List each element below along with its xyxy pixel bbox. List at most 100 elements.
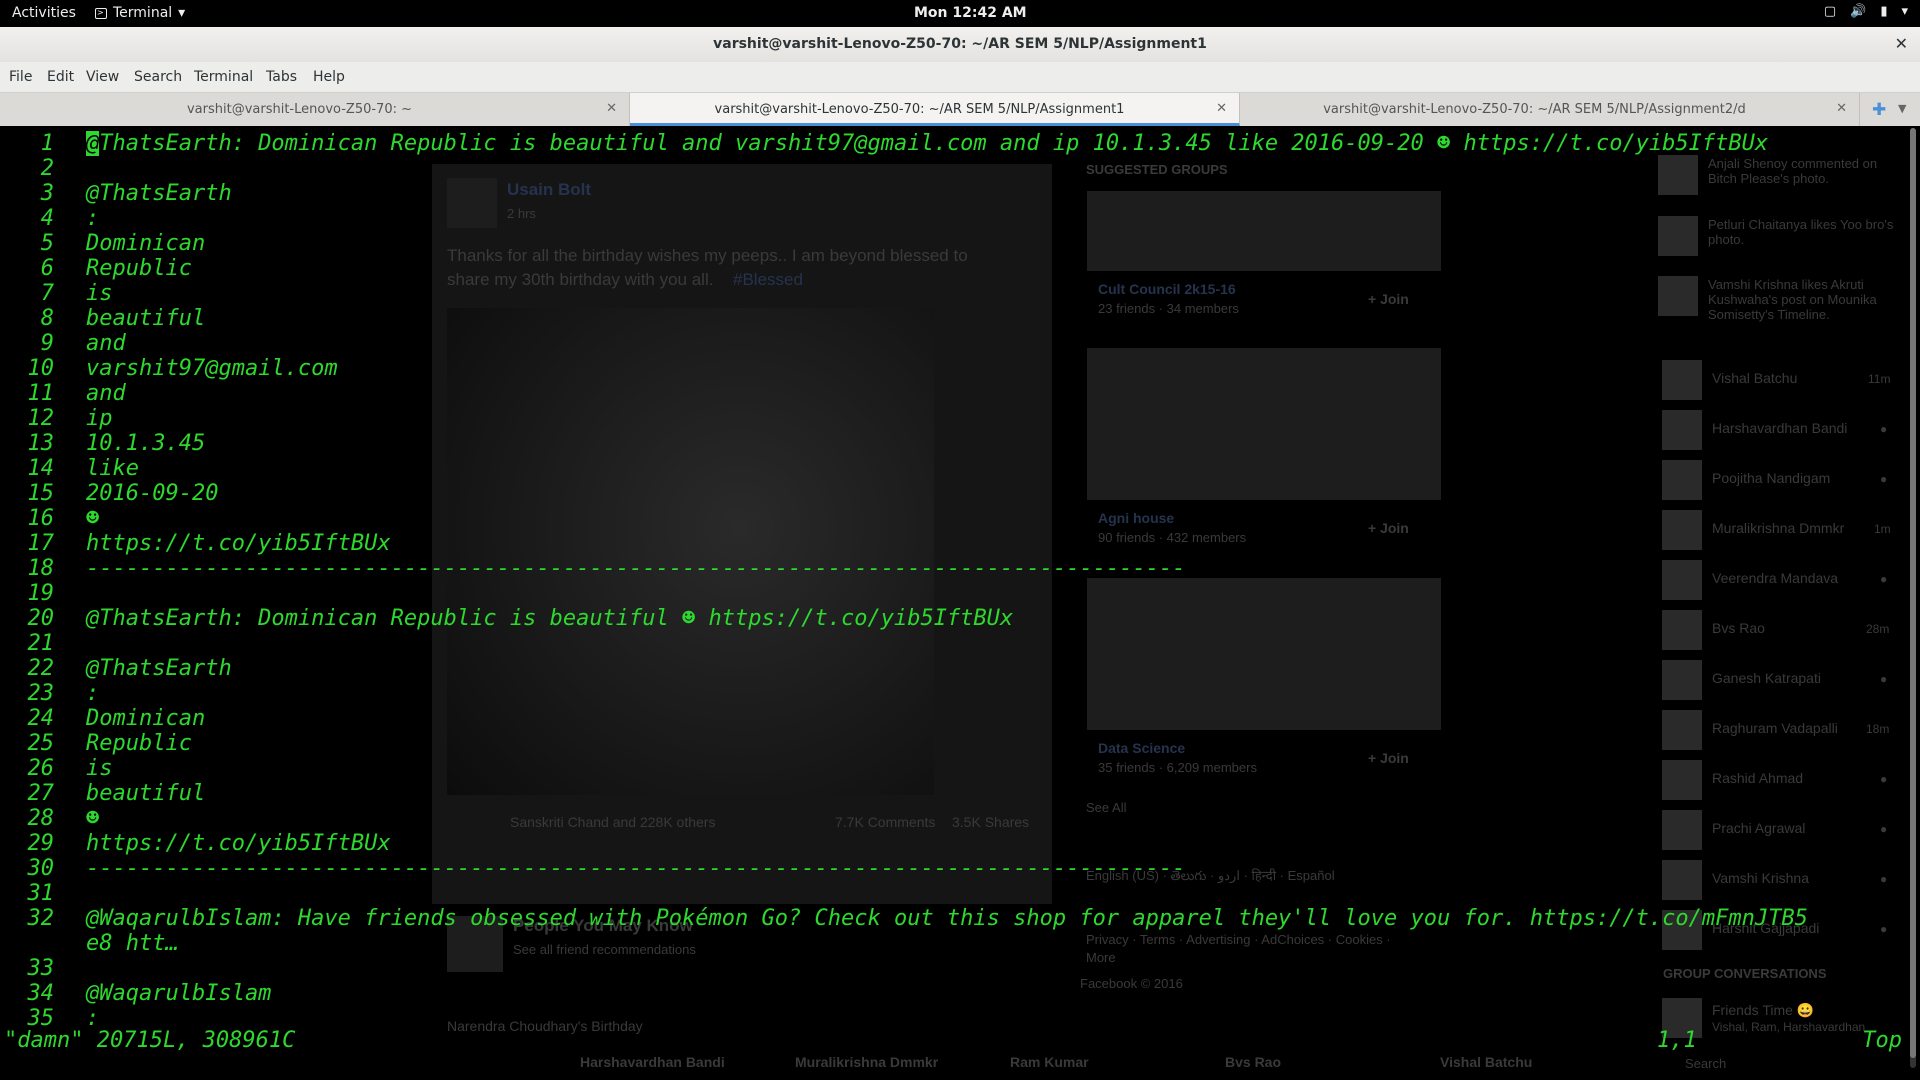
- tab-label: varshit@varshit-Lenovo-Z50-70: ~/AR SEM …: [714, 102, 1125, 117]
- editor-line[interactable]: 12 ip: [0, 406, 1920, 431]
- volume-icon[interactable]: 🔊: [1850, 4, 1866, 19]
- line-number: 3: [40, 181, 54, 206]
- line-text: is: [86, 281, 113, 306]
- line-text: varshit97@gmail.com: [86, 356, 338, 381]
- editor-line[interactable]: 15 2016-09-20: [0, 481, 1920, 506]
- editor-line[interactable]: 23:: [0, 681, 1920, 706]
- clock[interactable]: Mon 12:42 AM: [914, 5, 1027, 21]
- line-number: 12: [27, 406, 55, 431]
- editor-line[interactable]: 30 --------------------------------------…: [0, 856, 1920, 881]
- tab-assignment2[interactable]: varshit@varshit-Lenovo-Z50-70: ~/AR SEM …: [1240, 93, 1860, 126]
- terminal-area[interactable]: Usain Bolt 2 hrs Thanks for all the birt…: [0, 126, 1920, 1080]
- close-window-button[interactable]: ✕: [1895, 34, 1908, 53]
- editor-line[interactable]: 26 is: [0, 756, 1920, 781]
- line-text: is: [86, 756, 113, 781]
- editor-line[interactable]: 19: [0, 581, 1920, 606]
- line-text: 10.1.3.45: [86, 431, 206, 456]
- app-menu[interactable]: > Terminal ▾: [95, 5, 185, 21]
- battery-icon[interactable]: ▮: [1880, 4, 1887, 19]
- line-text: @WaqarulbIslam: Have friends obsessed wi…: [86, 906, 1808, 931]
- editor-line[interactable]: 33: [0, 956, 1920, 981]
- window-title-bar[interactable]: varshit@varshit-Lenovo-Z50-70: ~/AR SEM …: [0, 27, 1920, 63]
- tab-home[interactable]: varshit@varshit-Lenovo-Z50-70: ~ ✕: [0, 93, 630, 126]
- editor-line[interactable]: e8 htt…: [0, 931, 1920, 956]
- line-text: and: [86, 381, 126, 406]
- status-position: 1,1: [1657, 1028, 1697, 1053]
- tab-list-chevron-icon[interactable]: ▼: [1898, 102, 1906, 115]
- editor-line[interactable]: 32 @WaqarulbIslam: Have friends obsessed …: [0, 906, 1920, 931]
- line-number: 20: [27, 606, 55, 631]
- editor-line[interactable]: 6 Republic: [0, 256, 1920, 281]
- window-icon[interactable]: ▢: [1824, 4, 1836, 19]
- close-tab-icon[interactable]: ✕: [606, 101, 617, 116]
- editor-line[interactable]: 17 https://t.co/yib5IftBUx: [0, 531, 1920, 556]
- line-number: 10: [27, 356, 55, 381]
- activities-button[interactable]: Activities: [12, 5, 76, 21]
- line-text: ip: [86, 406, 113, 431]
- line-number: 28: [27, 806, 55, 831]
- new-tab-icon[interactable]: ✚: [1872, 100, 1886, 120]
- terminal-scrollbar[interactable]: [1910, 128, 1916, 1068]
- menu-tabs[interactable]: Tabs: [266, 69, 297, 85]
- system-top-bar: Activities > Terminal ▾ Mon 12:42 AM ▢ 🔊…: [0, 0, 1920, 27]
- line-text: Republic: [86, 731, 192, 756]
- menu-view[interactable]: View: [86, 69, 119, 85]
- window-title: varshit@varshit-Lenovo-Z50-70: ~/AR SEM …: [713, 36, 1207, 52]
- editor-line[interactable]: 34 @WaqarulbIslam: [0, 981, 1920, 1006]
- line-number: 7: [40, 281, 54, 306]
- line-number: 15: [27, 481, 55, 506]
- editor-line[interactable]: 9 and: [0, 331, 1920, 356]
- editor-line[interactable]: 8 beautiful: [0, 306, 1920, 331]
- menu-terminal[interactable]: Terminal: [194, 69, 253, 85]
- line-number: 26: [27, 756, 55, 781]
- editor-line[interactable]: 10 varshit97@gmail.com: [0, 356, 1920, 381]
- editor-line[interactable]: 11 and: [0, 381, 1920, 406]
- editor-line[interactable]: 14 like: [0, 456, 1920, 481]
- status-scroll: Top: [1862, 1028, 1902, 1053]
- line-number: 34: [27, 981, 55, 1006]
- editor-line[interactable]: 25 Republic: [0, 731, 1920, 756]
- close-tab-icon[interactable]: ✕: [1216, 101, 1227, 116]
- line-number: 16: [27, 506, 55, 531]
- editor-line[interactable]: 28 ☻: [0, 806, 1920, 831]
- line-number: 23: [27, 681, 55, 706]
- line-text: ----------------------------------------…: [86, 856, 1186, 881]
- menu-search[interactable]: Search: [134, 69, 182, 85]
- menu-file[interactable]: File: [9, 69, 32, 85]
- chevron-down-icon[interactable]: ▾: [1901, 4, 1908, 19]
- editor-line[interactable]: 2: [0, 156, 1920, 181]
- scrollbar-thumb[interactable]: [1910, 128, 1916, 1058]
- editor-line[interactable]: 1 @ThatsEarth: Dominican Republic is beau…: [0, 131, 1920, 156]
- line-text: https://t.co/yib5IftBUx: [86, 531, 391, 556]
- editor-line[interactable]: 31: [0, 881, 1920, 906]
- line-number: 21: [27, 631, 55, 656]
- editor-line[interactable]: 24 Dominican: [0, 706, 1920, 731]
- chat-search: Search: [1685, 1056, 1727, 1071]
- editor-buffer[interactable]: 1 @ThatsEarth: Dominican Republic is beau…: [0, 131, 1920, 1031]
- editor-line[interactable]: 22 @ThatsEarth: [0, 656, 1920, 681]
- bottom-name: Bvs Rao: [1225, 1054, 1282, 1070]
- editor-line[interactable]: 4:: [0, 206, 1920, 231]
- tab-assignment1[interactable]: varshit@varshit-Lenovo-Z50-70: ~/AR SEM …: [630, 93, 1240, 126]
- line-text: Dominican: [86, 231, 206, 256]
- bottom-name: Ram Kumar: [1010, 1054, 1089, 1070]
- editor-line[interactable]: 3 @ThatsEarth: [0, 181, 1920, 206]
- menu-edit[interactable]: Edit: [47, 69, 74, 85]
- editor-line[interactable]: 21: [0, 631, 1920, 656]
- editor-line[interactable]: 27 beautiful: [0, 781, 1920, 806]
- editor-line[interactable]: 18 --------------------------------------…: [0, 556, 1920, 581]
- editor-line[interactable]: 7 is: [0, 281, 1920, 306]
- editor-line[interactable]: 16 ☻: [0, 506, 1920, 531]
- close-tab-icon[interactable]: ✕: [1836, 101, 1847, 116]
- menu-help[interactable]: Help: [313, 69, 345, 85]
- editor-line[interactable]: 20 @ThatsEarth: Dominican Republic is bea…: [0, 606, 1920, 631]
- bottom-name: Vishal Batchu: [1440, 1054, 1533, 1070]
- editor-line[interactable]: 29 https://t.co/yib5IftBUx: [0, 831, 1920, 856]
- editor-line[interactable]: 13 10.1.3.45: [0, 431, 1920, 456]
- line-text: ----------------------------------------…: [86, 556, 1186, 581]
- system-tray[interactable]: ▢ 🔊 ▮ ▾: [1824, 4, 1908, 19]
- line-number: 27: [27, 781, 55, 806]
- line-text-rest: ThatsEarth: Dominican Republic is beauti…: [99, 131, 1769, 156]
- editor-line[interactable]: 5 Dominican: [0, 231, 1920, 256]
- line-number: 22: [27, 656, 55, 681]
